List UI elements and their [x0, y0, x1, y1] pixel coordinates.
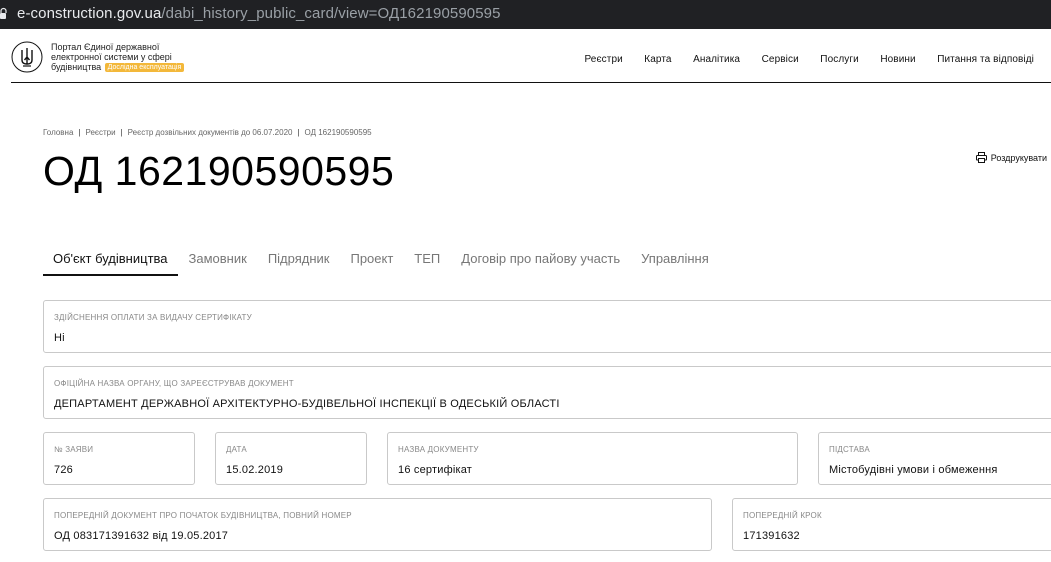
field-value: ДЕПАРТАМЕНТ ДЕРЖАВНОЇ АРХІТЕКТУРНО-БУДІВ… — [54, 398, 560, 410]
card-tabs: Об'єкт будівництва Замовник Підрядник Пр… — [43, 251, 720, 276]
field-value: 15.02.2019 — [226, 464, 284, 476]
field-payment: Здійснення оплати за видачу сертифікату … — [43, 300, 1051, 353]
field-basis: Підстава Містобудівні умови і обмеження — [818, 432, 1051, 485]
nav-services[interactable]: Сервіси — [762, 54, 799, 65]
field-label: Назва документу — [398, 445, 479, 454]
breadcrumb-home[interactable]: Головна — [43, 128, 73, 137]
url-path: /dabi_history_public_card/view=ОД1621905… — [161, 5, 501, 22]
tab-tep[interactable]: ТЕП — [404, 251, 450, 276]
field-label: Підстава — [829, 445, 870, 454]
field-label: Дата — [226, 445, 247, 454]
field-authority: Офіційна назва органу, що зареєстрував д… — [43, 366, 1051, 419]
field-label: Попередній документ про початок будівниц… — [54, 511, 352, 520]
breadcrumb-current: ОД 162190590595 — [304, 128, 372, 137]
breadcrumb-registries[interactable]: Реєстри — [85, 128, 115, 137]
field-value: 16 сертифікат — [398, 464, 473, 476]
breadcrumb-separator: | — [297, 128, 300, 137]
print-button[interactable]: Роздрукувати — [975, 152, 1047, 163]
page-title: ОД 162190590595 — [43, 148, 395, 194]
field-value: Ні — [54, 332, 65, 344]
field-value: 726 — [54, 464, 73, 476]
breadcrumb-separator: | — [78, 128, 81, 137]
nav-analytics[interactable]: Аналітика — [693, 54, 740, 65]
breadcrumb-separator: | — [120, 128, 123, 137]
nav-news[interactable]: Новини — [880, 54, 915, 65]
url-host: e-construction.gov.ua — [17, 5, 162, 22]
field-value: ОД 083171391632 від 19.05.2017 — [54, 530, 229, 542]
tab-contractor[interactable]: Підрядник — [258, 251, 340, 276]
nav-offerings[interactable]: Послуги — [820, 54, 859, 65]
breadcrumb-permits-registry[interactable]: Реєстр дозвільних документів до 06.07.20… — [128, 128, 293, 137]
field-previous-document: Попередній документ про початок будівниц… — [43, 498, 712, 551]
breadcrumb: Головна | Реєстри | Реєстр дозвільних докуме… — [43, 128, 372, 137]
field-value: 171391632 — [743, 530, 800, 542]
browser-address-bar[interactable]: e-construction.gov.ua/dabi_history_publi… — [0, 0, 1051, 29]
field-value: Містобудівні умови і обмеження — [829, 464, 998, 476]
beta-badge: Дослідна експлуатація — [104, 63, 185, 72]
tab-equity-agreement[interactable]: Договір про пайову участь — [451, 251, 630, 276]
tab-project[interactable]: Проект — [340, 251, 403, 276]
portal-brand[interactable]: Портал Єдиної державної електронної сист… — [51, 42, 211, 72]
field-date: Дата 15.02.2019 — [215, 432, 367, 485]
field-previous-step: Попередній крок 171391632 — [732, 498, 1051, 551]
header-divider — [11, 82, 1051, 83]
field-label: Здійснення оплати за видачу сертифікату — [54, 313, 252, 322]
print-label: Роздрукувати — [990, 152, 1047, 163]
brand-line-3: будівництва — [51, 62, 102, 72]
printer-icon — [975, 152, 987, 163]
field-label: № заяви — [54, 445, 94, 454]
nav-faq[interactable]: Питання та відповіді — [937, 54, 1034, 65]
brand-line-1: Портал Єдиної державної — [51, 42, 160, 52]
url-text[interactable]: e-construction.gov.ua/dabi_history_publi… — [17, 5, 501, 22]
brand-line-2: електронної системи у сфері — [51, 52, 172, 62]
field-document-name: Назва документу 16 сертифікат — [387, 432, 798, 485]
tab-customer[interactable]: Замовник — [179, 251, 257, 276]
field-application-number: № заяви 726 — [43, 432, 195, 485]
field-label: Офіційна назва органу, що зареєстрував д… — [54, 379, 294, 388]
tab-construction-object[interactable]: Об'єкт будівництва — [43, 251, 178, 276]
nav-registries[interactable]: Реєстри — [584, 54, 622, 65]
main-nav: Реєстри Карта Аналітика Сервіси Послуги … — [563, 54, 1034, 65]
site-header: Портал Єдиної державної електронної сист… — [0, 29, 1051, 83]
ukraine-trident-logo-icon[interactable] — [11, 41, 43, 73]
tab-management[interactable]: Управління — [631, 251, 719, 276]
nav-map[interactable]: Карта — [644, 54, 671, 65]
field-label: Попередній крок — [743, 511, 822, 520]
lock-icon — [0, 7, 7, 19]
